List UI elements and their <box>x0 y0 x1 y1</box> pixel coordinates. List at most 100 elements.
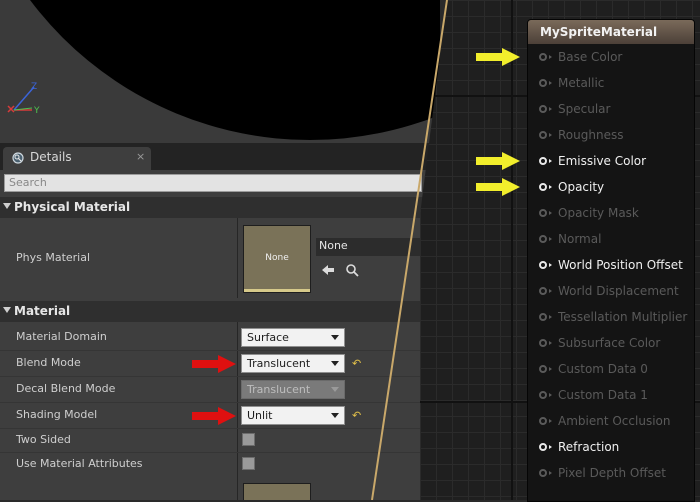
pin-row[interactable]: Ambient Occlusion <box>528 413 694 433</box>
pin-row[interactable]: Opacity <box>528 179 694 199</box>
chevron-down-icon <box>331 335 339 340</box>
pin-connector-icon[interactable] <box>539 261 552 269</box>
red-arrow-icon <box>192 355 236 373</box>
chevron-down-icon <box>331 361 339 366</box>
search-input[interactable]: Search <box>4 174 422 192</box>
yellow-arrow-icon <box>476 178 520 196</box>
pin-label: Custom Data 0 <box>558 362 648 376</box>
pin-row[interactable]: Normal <box>528 231 694 251</box>
section-title: Physical Material <box>14 200 131 214</box>
decal-blend-mode-dropdown: Translucent <box>241 380 345 399</box>
material-domain-dropdown[interactable]: Surface <box>241 328 345 347</box>
pin-row[interactable]: Specular <box>528 101 694 121</box>
pin-label: Emissive Color <box>558 154 647 168</box>
pin-row[interactable]: Opacity Mask <box>528 205 694 225</box>
material-thumbnail[interactable] <box>243 483 311 500</box>
section-material[interactable]: Material <box>0 301 440 322</box>
dropdown-value: Surface <box>247 331 289 344</box>
pin-label: Metallic <box>558 76 605 90</box>
pin-connector-icon[interactable] <box>539 79 552 87</box>
pin-label: World Position Offset <box>558 258 683 272</box>
pin-connector-icon[interactable] <box>539 131 552 139</box>
pin-label: Opacity <box>558 180 605 194</box>
thumbnail-bar <box>244 289 310 292</box>
row-divider <box>0 452 440 453</box>
row-divider <box>0 402 440 403</box>
reset-arrow-icon[interactable]: ↶ <box>352 357 361 370</box>
phys-material-label: Phys Material <box>16 251 91 264</box>
section-title: Material <box>14 304 71 318</box>
reset-arrow-icon[interactable]: ↶ <box>352 409 361 422</box>
pin-row[interactable]: World Displacement <box>528 283 694 303</box>
viewport[interactable]: Z Y <box>0 0 440 143</box>
shading-model-label: Shading Model <box>16 408 98 421</box>
pin-label: Ambient Occlusion <box>558 414 671 428</box>
details-tabstrip: Details × <box>0 143 440 170</box>
pin-connector-icon[interactable] <box>539 313 552 321</box>
red-arrow-icon <box>192 407 236 425</box>
pin-label: Normal <box>558 232 602 246</box>
axis-z-label: Z <box>31 82 37 92</box>
pin-row[interactable]: Tessellation Multiplier <box>528 309 694 329</box>
material-domain-label: Material Domain <box>16 330 107 343</box>
pin-row[interactable]: Emissive Color <box>528 153 694 173</box>
pin-connector-icon[interactable] <box>539 235 552 243</box>
chevron-down-icon <box>331 387 339 392</box>
pin-connector-icon[interactable] <box>539 53 552 61</box>
pin-connector-icon[interactable] <box>539 157 552 165</box>
pin-connector-icon[interactable] <box>539 183 552 191</box>
decal-blend-mode-label: Decal Blend Mode <box>16 382 116 395</box>
pin-row[interactable]: Custom Data 1 <box>528 387 694 407</box>
blend-mode-label: Blend Mode <box>16 356 81 369</box>
pin-row[interactable]: Roughness <box>528 127 694 147</box>
pin-row[interactable]: Pixel Depth Offset <box>528 465 694 485</box>
details-panel: Details × Search Physical Material Phys … <box>0 143 440 500</box>
collapse-arrow-icon <box>3 307 11 313</box>
arrow-left-icon[interactable] <box>321 263 335 277</box>
pin-row[interactable]: Custom Data 0 <box>528 361 694 381</box>
use-material-attributes-checkbox[interactable] <box>242 457 255 470</box>
preview-sphere <box>0 0 440 140</box>
details-tab-label: Details <box>30 150 72 164</box>
pin-connector-icon[interactable] <box>539 469 552 477</box>
thumbnail-label: None <box>265 253 289 263</box>
pin-label: Refraction <box>558 440 620 454</box>
pin-connector-icon[interactable] <box>539 287 552 295</box>
pin-row[interactable]: Base Color <box>528 49 694 69</box>
pin-connector-icon[interactable] <box>539 443 552 451</box>
pin-row[interactable]: World Position Offset <box>528 257 694 277</box>
pin-label: Pixel Depth Offset <box>558 466 666 480</box>
pin-row[interactable]: Metallic <box>528 75 694 95</box>
pin-label: Tessellation Multiplier <box>558 310 688 324</box>
column-divider <box>237 322 238 500</box>
pin-connector-icon[interactable] <box>539 417 552 425</box>
pin-connector-icon[interactable] <box>539 105 552 113</box>
two-sided-label: Two Sided <box>16 433 71 446</box>
material-result-node[interactable]: MySpriteMaterial Base Color Metallic Specu… <box>527 19 695 502</box>
details-magnifier-icon <box>12 152 24 164</box>
pin-connector-icon[interactable] <box>539 365 552 373</box>
pin-connector-icon[interactable] <box>539 339 552 347</box>
row-divider <box>0 350 440 351</box>
close-icon[interactable]: × <box>136 150 145 163</box>
pin-connector-icon[interactable] <box>539 391 552 399</box>
axis-y-label: Y <box>33 106 40 116</box>
chevron-down-icon <box>331 413 339 418</box>
pin-label: Roughness <box>558 128 624 142</box>
shading-model-dropdown[interactable]: Unlit <box>241 406 345 425</box>
row-divider <box>0 376 440 377</box>
pin-label: Base Color <box>558 50 623 64</box>
dropdown-value: Translucent <box>247 357 311 370</box>
pin-row[interactable]: Subsurface Color <box>528 335 694 355</box>
grid-line <box>511 0 513 500</box>
pin-row[interactable]: Refraction <box>528 439 694 459</box>
magnifier-icon[interactable] <box>345 263 359 277</box>
pin-label: Custom Data 1 <box>558 388 648 402</box>
column-divider <box>237 218 238 298</box>
phys-material-thumbnail[interactable]: None <box>243 225 311 293</box>
two-sided-checkbox[interactable] <box>242 433 255 446</box>
section-physical-material[interactable]: Physical Material <box>0 197 440 218</box>
blend-mode-dropdown[interactable]: Translucent <box>241 354 345 373</box>
pin-connector-icon[interactable] <box>539 209 552 217</box>
details-tab[interactable]: Details × <box>3 147 151 170</box>
